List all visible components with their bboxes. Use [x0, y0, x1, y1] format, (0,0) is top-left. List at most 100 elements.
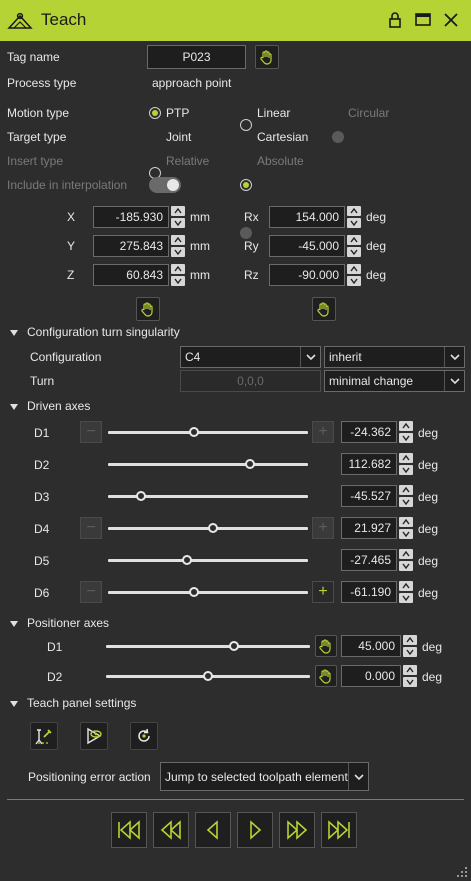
driven-slider-thumb[interactable]	[136, 491, 146, 501]
view-path-button[interactable]	[80, 722, 108, 750]
driven-value-field[interactable]: -27.465	[341, 549, 397, 571]
chevron-down-icon	[444, 347, 464, 367]
reset-button[interactable]	[130, 722, 158, 750]
positioner-slider-thumb[interactable]	[203, 671, 213, 681]
driven-spinner[interactable]	[399, 421, 413, 443]
driven-collapse-icon[interactable]	[10, 404, 18, 410]
plus-button[interactable]: +	[312, 517, 334, 539]
driven-spinner[interactable]	[399, 517, 413, 539]
turn-mode-select[interactable]: minimal change	[324, 370, 465, 392]
last-element-button[interactable]	[321, 812, 357, 848]
hand-icon	[141, 302, 153, 317]
ry-unit: deg	[366, 239, 387, 253]
hand-icon	[319, 639, 331, 654]
driven-spinner[interactable]	[399, 581, 413, 603]
positioner-hand-button[interactable]	[315, 665, 337, 687]
y-label: Y	[67, 239, 76, 253]
driven-slider-track[interactable]	[108, 559, 308, 562]
tag-name-field[interactable]: P023	[147, 45, 246, 69]
positioner-spinner[interactable]	[403, 665, 417, 687]
turn-mode-value: minimal change	[329, 374, 414, 388]
driven-value-field[interactable]: -24.362	[341, 421, 397, 443]
z-field[interactable]: 60.843	[93, 264, 169, 286]
driven-slider-thumb[interactable]	[208, 523, 218, 533]
tool-frame-icon	[35, 729, 52, 745]
driven-value-field[interactable]: -45.527	[341, 485, 397, 507]
driven-slider-thumb[interactable]	[189, 587, 199, 597]
driven-slider-thumb[interactable]	[182, 555, 192, 565]
positioner-collapse-icon[interactable]	[10, 621, 18, 627]
positioner-value-field[interactable]: 45.000	[341, 635, 401, 657]
driven-slider-thumb[interactable]	[189, 427, 199, 437]
x-spinner[interactable]	[171, 206, 185, 228]
x-label: X	[67, 210, 76, 224]
rotation-hand-button[interactable]	[312, 297, 336, 321]
driven-value-field[interactable]: -61.190	[341, 581, 397, 603]
step-forward-button[interactable]	[237, 812, 273, 848]
positioner-slider-track[interactable]	[106, 645, 310, 648]
ry-label: Ry	[244, 239, 259, 253]
positioner-value-field[interactable]: 0.000	[341, 665, 401, 687]
minus-button[interactable]: −	[80, 581, 102, 603]
tag-hand-button[interactable]	[255, 45, 279, 69]
motion-linear-radio[interactable]	[240, 119, 252, 131]
config-collapse-icon[interactable]	[10, 330, 18, 336]
driven-axis-label: D2	[34, 458, 50, 472]
chevron-down-icon	[300, 347, 320, 367]
positioner-spinner[interactable]	[403, 635, 417, 657]
rx-field[interactable]: 154.000	[269, 206, 345, 228]
tool-frame-button[interactable]	[30, 722, 58, 750]
positioner-slider-thumb[interactable]	[228, 641, 239, 651]
teach-settings-collapse-icon[interactable]	[10, 701, 18, 707]
driven-unit: deg	[418, 458, 439, 472]
lock-icon[interactable]	[385, 10, 405, 30]
driven-slider-track[interactable]	[108, 431, 308, 434]
driven-axis-label: D4	[34, 522, 50, 536]
rz-label: Rz	[244, 268, 259, 282]
maximize-icon[interactable]	[413, 10, 433, 30]
driven-spinner[interactable]	[399, 549, 413, 571]
plus-button[interactable]: +	[312, 421, 334, 443]
tag-name-label: Tag name	[7, 50, 60, 64]
driven-value-field[interactable]: 21.927	[341, 517, 397, 539]
hand-icon	[317, 302, 329, 317]
skip-to-end-icon	[328, 820, 350, 840]
configuration-select[interactable]: C4	[180, 346, 321, 368]
rx-label: Rx	[244, 210, 259, 224]
position-hand-button[interactable]	[136, 297, 160, 321]
motion-ptp-radio[interactable]	[149, 107, 161, 119]
ry-spinner[interactable]	[347, 235, 361, 257]
fast-backward-button[interactable]	[153, 812, 189, 848]
x-field[interactable]: -185.930	[93, 206, 169, 228]
target-cartesian-radio[interactable]	[240, 179, 252, 191]
positioner-hand-button[interactable]	[315, 635, 337, 657]
y-field[interactable]: 275.843	[93, 235, 169, 257]
driven-slider-track[interactable]	[108, 463, 308, 466]
first-element-button[interactable]	[111, 812, 147, 848]
minus-button[interactable]: −	[80, 421, 102, 443]
driven-spinner[interactable]	[399, 485, 413, 507]
driven-slider-track[interactable]	[108, 591, 308, 594]
configuration-mode-select[interactable]: inherit	[324, 346, 465, 368]
y-spinner[interactable]	[171, 235, 185, 257]
step-backward-button[interactable]	[195, 812, 231, 848]
rz-spinner[interactable]	[347, 264, 361, 286]
rx-spinner[interactable]	[347, 206, 361, 228]
process-type-value: approach point	[152, 76, 232, 90]
plus-button[interactable]: +	[312, 581, 334, 603]
interpolation-toggle[interactable]	[149, 177, 181, 193]
positioner-axis-label: D1	[47, 640, 63, 654]
driven-spinner[interactable]	[399, 453, 413, 475]
y-unit: mm	[190, 239, 210, 253]
ry-field[interactable]: -45.000	[269, 235, 345, 257]
fast-forward-button[interactable]	[279, 812, 315, 848]
driven-slider-thumb[interactable]	[245, 459, 255, 469]
z-spinner[interactable]	[171, 264, 185, 286]
error-action-select[interactable]: Jump to selected toolpath element	[160, 762, 369, 791]
minus-button[interactable]: −	[80, 517, 102, 539]
resize-grip-icon[interactable]	[456, 866, 468, 878]
positioner-unit: deg	[422, 670, 443, 684]
close-icon[interactable]	[441, 10, 461, 30]
rz-field[interactable]: -90.000	[269, 264, 345, 286]
driven-value-field[interactable]: 112.682	[341, 453, 397, 475]
